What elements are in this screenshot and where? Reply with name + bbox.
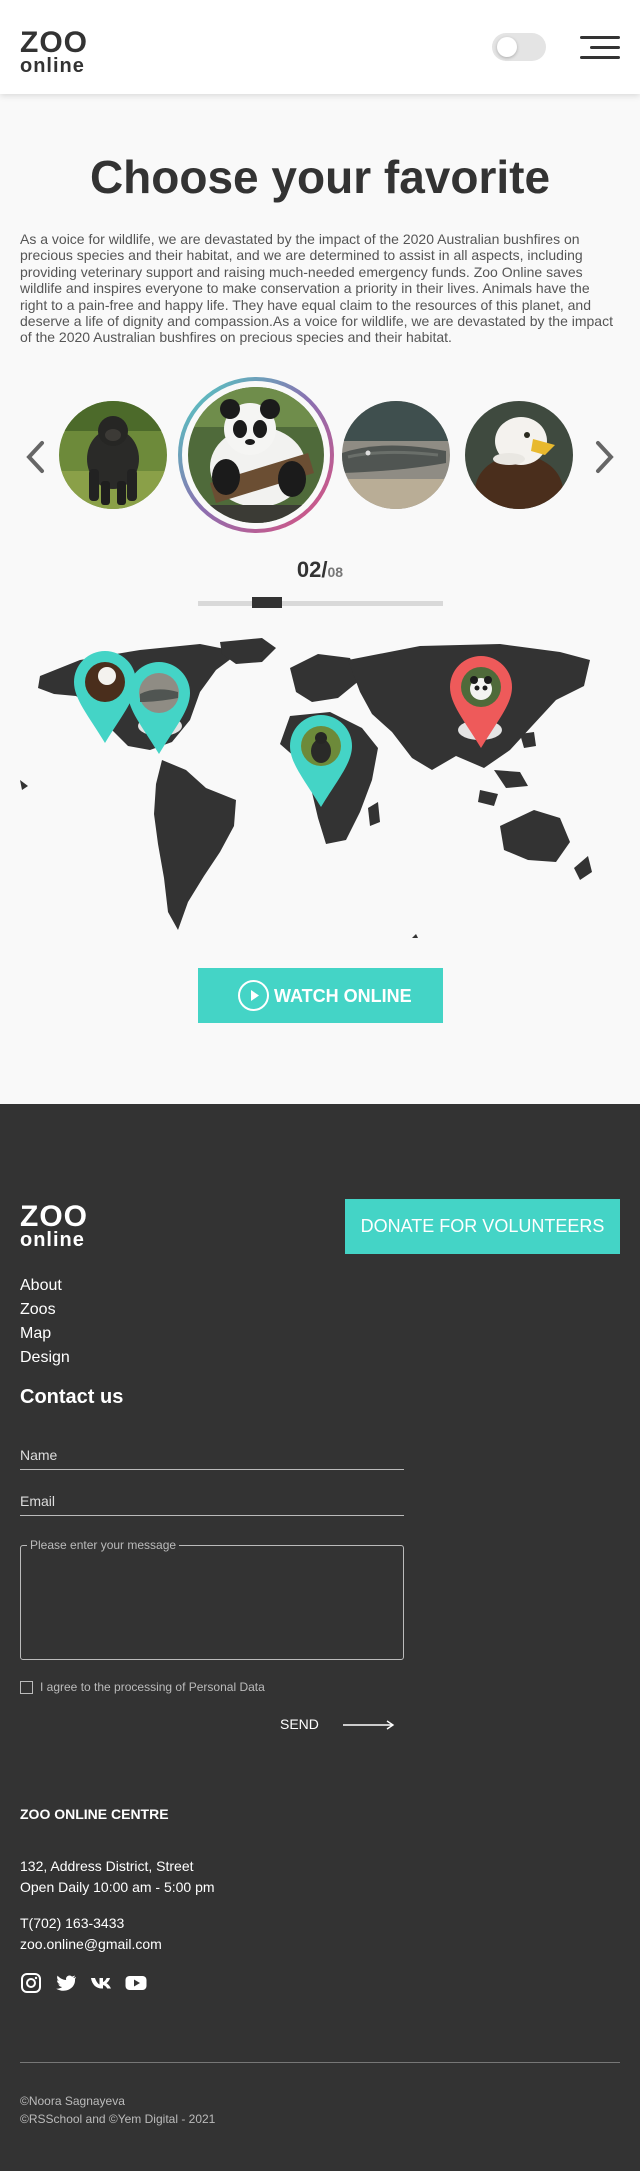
footer-divider (20, 2062, 620, 2063)
watch-online-label: WATCH ONLINE (274, 986, 412, 1006)
intro-text: As a voice for wildlife, we are devastat… (20, 231, 613, 346)
message-placeholder: Please enter your message (27, 1538, 180, 1552)
email-input[interactable] (20, 1486, 404, 1515)
logo-line1: ZOO (20, 26, 88, 59)
page-title: Choose your favorite (89, 151, 551, 203)
footer-logo-line1: ZOO (20, 1200, 88, 1233)
watch-online-button[interactable]: WATCH ONLINE (198, 968, 443, 1023)
name-input[interactable] (20, 1440, 404, 1469)
agree-label: I agree to the processing of Personal Da… (40, 1680, 265, 1694)
map-new-zealand (574, 856, 592, 880)
footer-link-about[interactable]: About (20, 1274, 70, 1298)
animal-eagle[interactable] (465, 401, 573, 509)
twitter-icon[interactable] (55, 1972, 77, 1994)
map-pin-gorilla[interactable] (288, 713, 354, 809)
copyright-author: ©Noora Sagnayeva (20, 2094, 125, 2108)
map-south-america (154, 760, 236, 930)
footer-nav: About Zoos Map Design (20, 1274, 70, 1370)
map-australia (500, 810, 570, 862)
map-pin-panda-active[interactable] (448, 654, 514, 750)
slider-thumb[interactable] (251, 597, 282, 608)
phone-number[interactable]: T(702) 163-3433 (20, 1913, 162, 1934)
footer-logo-line2: online (20, 1229, 85, 1251)
copyright: ©Noora Sagnayeva ©RSSchool and ©Yem Digi… (20, 2092, 215, 2128)
logo[interactable]: ZOO online (20, 26, 88, 77)
slide-total: 08 (327, 564, 344, 580)
contact-email[interactable]: zoo.online@gmail.com (20, 1934, 162, 1955)
toggle-knob (497, 37, 517, 57)
donate-button[interactable]: DONATE FOR VOLUNTEERS (345, 1199, 620, 1254)
slide-counter: 02/08 (0, 557, 640, 583)
slider-track[interactable] (198, 601, 443, 606)
arrow-right-icon (342, 1720, 395, 1730)
site-header: ZOO online (0, 0, 640, 94)
footer-logo[interactable]: ZOO online (20, 1200, 88, 1251)
message-textarea[interactable]: Please enter your message (20, 1538, 404, 1660)
footer-link-zoos[interactable]: Zoos (20, 1298, 70, 1322)
email-field (20, 1486, 404, 1516)
contact-heading: Contact us (20, 1386, 124, 1408)
send-button[interactable]: SEND (280, 1716, 395, 1732)
animal-panda[interactable] (188, 387, 324, 523)
play-icon (238, 980, 269, 1011)
animal-gorilla[interactable] (59, 401, 167, 509)
send-label: SEND (280, 1716, 319, 1732)
theme-toggle[interactable] (492, 33, 546, 61)
opening-hours: Open Daily 10:00 am - 5:00 pm (20, 1879, 215, 1895)
instagram-icon[interactable] (20, 1972, 42, 1994)
hamburger-icon[interactable] (580, 36, 620, 60)
agree-checkbox[interactable] (20, 1681, 33, 1694)
animal-alligator[interactable] (342, 401, 450, 509)
address-line: 132, Address District, Street (20, 1858, 194, 1874)
youtube-icon[interactable] (125, 1972, 147, 1994)
chevron-left-icon[interactable] (22, 439, 48, 475)
name-field (20, 1440, 404, 1470)
address-block: 132, Address District, Street Open Daily… (20, 1856, 215, 1898)
centre-heading: ZOO ONLINE CENTRE (20, 1806, 169, 1822)
chevron-right-icon[interactable] (592, 439, 618, 475)
footer-link-map[interactable]: Map (20, 1322, 70, 1346)
map-madagascar (368, 802, 380, 826)
map-pin-alligator[interactable] (126, 660, 192, 756)
vk-icon[interactable] (90, 1972, 112, 1994)
footer-link-design[interactable]: Design (20, 1346, 70, 1370)
logo-line2: online (20, 55, 85, 77)
site-footer: ZOO online DONATE FOR VOLUNTEERS About Z… (0, 1104, 640, 2171)
slide-current: 02/ (296, 557, 328, 582)
copyright-school: ©RSSchool and ©Yem Digital - 2021 (20, 2112, 216, 2126)
contact-block: T(702) 163-3433 zoo.online@gmail.com (20, 1913, 162, 1955)
